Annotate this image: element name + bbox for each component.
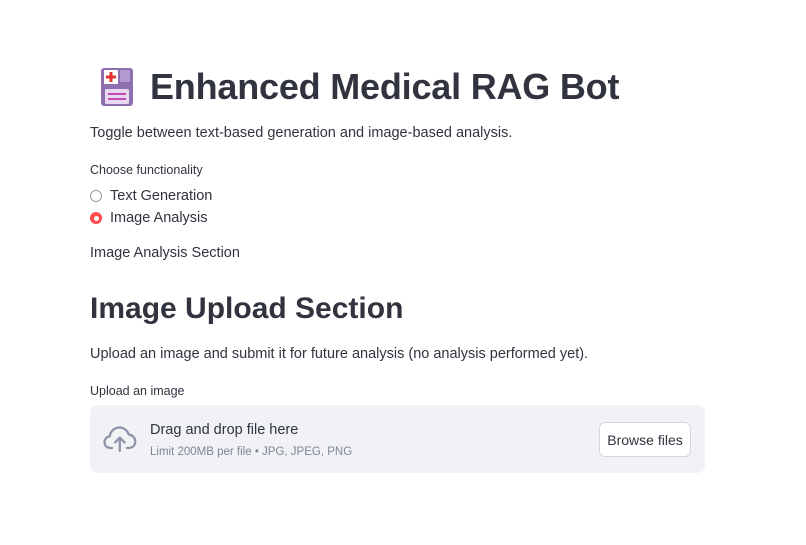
radio-checked-icon[interactable] [90,212,102,224]
browse-files-button[interactable]: Browse files [599,422,691,457]
app-page: Enhanced Medical RAG Bot Toggle between … [0,0,806,545]
floppy-disk-medical-icon [100,67,134,107]
radio-option-image-analysis[interactable]: Image Analysis [90,208,208,228]
uploader-label: Upload an image [90,384,185,398]
radio-option-text-generation[interactable]: Text Generation [90,186,212,206]
functionality-label: Choose functionality [90,163,203,177]
file-dropzone[interactable]: Drag and drop file here Limit 200MB per … [90,405,705,473]
intro-text: Toggle between text-based generation and… [90,125,513,141]
upload-section-heading: Image Upload Section [90,292,404,325]
upload-section-description: Upload an image and submit it for future… [90,346,589,362]
radio-unchecked-icon[interactable] [90,190,102,202]
dropzone-limit-text: Limit 200MB per file • JPG, JPEG, PNG [150,446,353,458]
page-title: Enhanced Medical RAG Bot [150,66,620,107]
section-note: Image Analysis Section [90,245,240,261]
radio-option-label: Text Generation [110,188,213,204]
page-header: Enhanced Medical RAG Bot [90,64,619,110]
cloud-upload-icon [103,425,137,453]
radio-option-label: Image Analysis [110,210,208,226]
dropzone-instruction: Drag and drop file here [150,422,299,438]
